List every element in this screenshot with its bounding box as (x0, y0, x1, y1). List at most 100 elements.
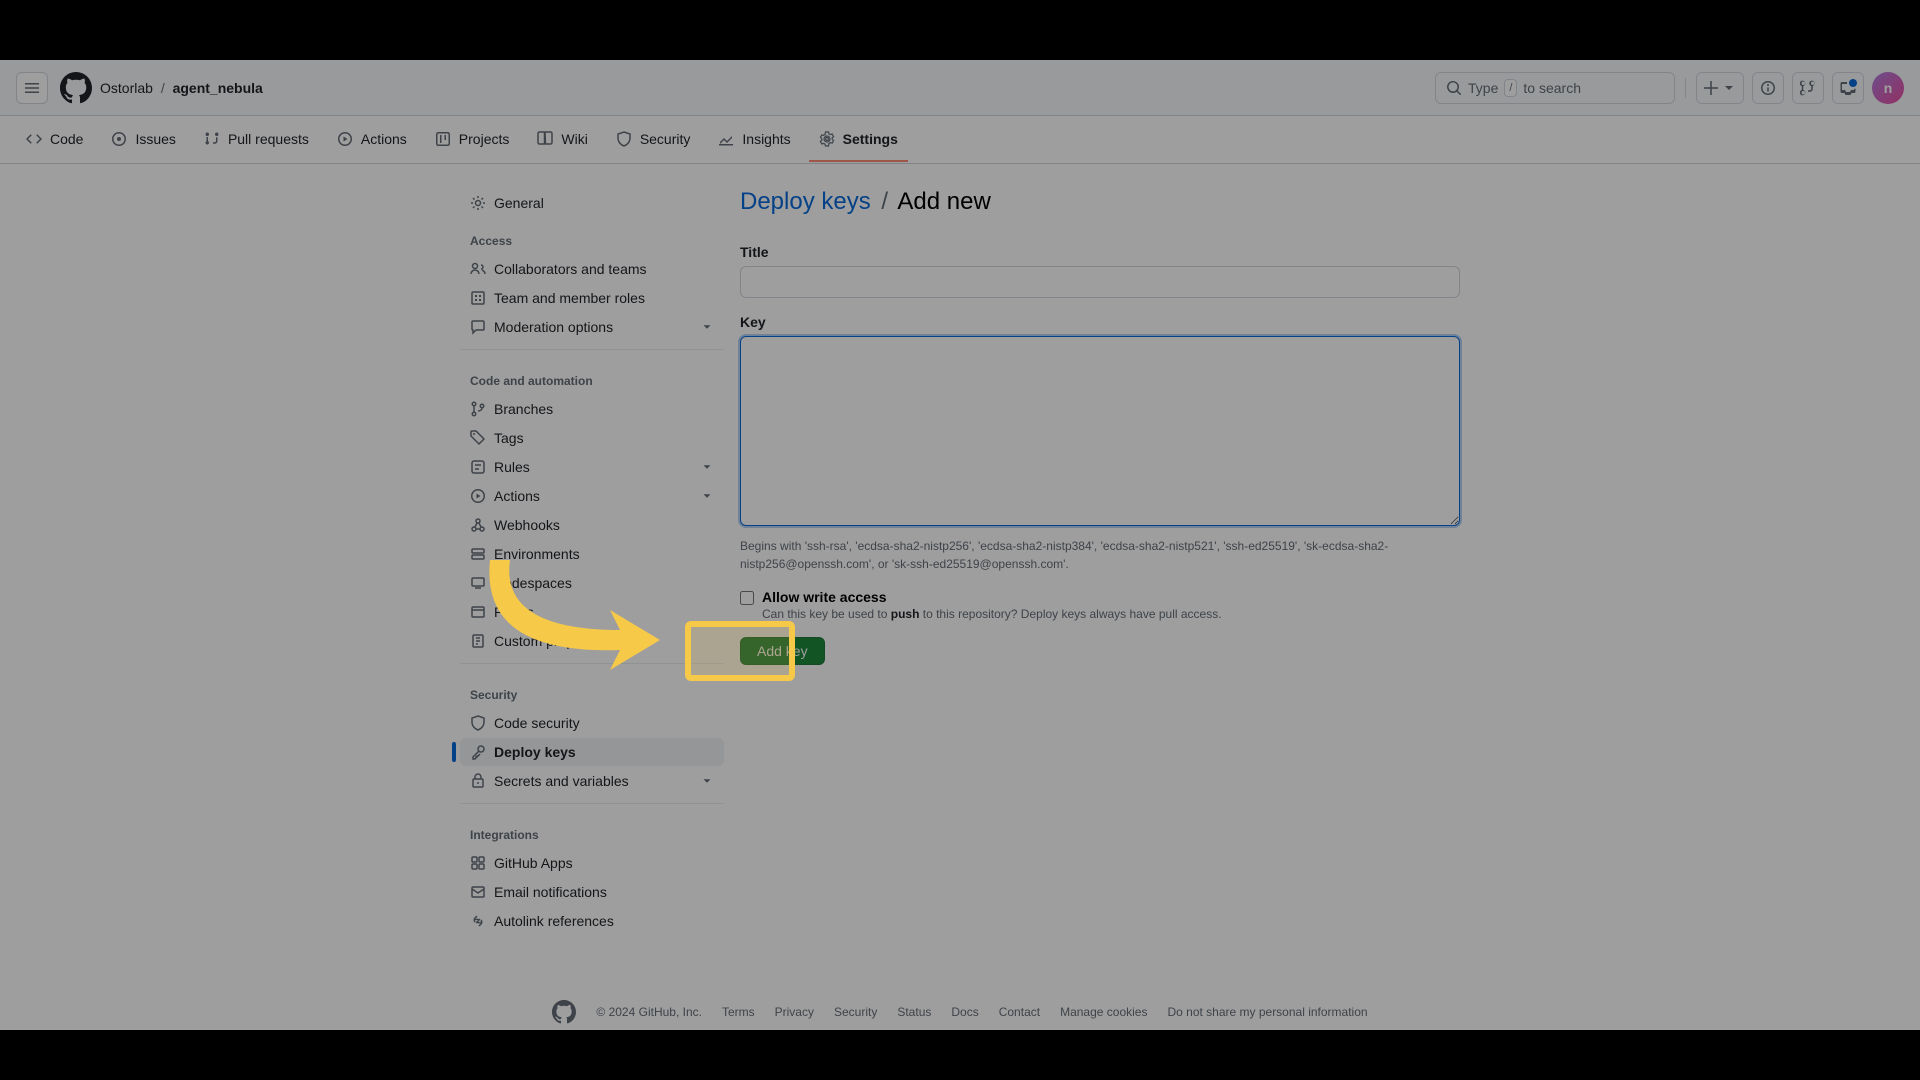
allow-write-description: Can this key be used to push to this rep… (762, 607, 1460, 621)
sidebar-item-label: Rules (494, 459, 530, 475)
sidebar-item-label: Webhooks (494, 517, 560, 533)
sidebar-item-autolink[interactable]: Autolink references (460, 907, 724, 935)
tag-icon (470, 430, 486, 446)
footer-link-docs[interactable]: Docs (951, 1005, 978, 1019)
settings-sidebar: General Access Collaborators and teams T… (460, 188, 740, 936)
tab-issues[interactable]: Issues (101, 118, 185, 162)
search-suffix: to search (1523, 80, 1581, 96)
codespaces-icon (470, 575, 486, 591)
shield-icon (470, 715, 486, 731)
content-area: Deploy keys / Add new Title Key Begins w… (740, 188, 1460, 936)
page-title-text: Add new (897, 188, 990, 215)
sidebar-item-code-security[interactable]: Code security (460, 709, 724, 737)
graph-icon (718, 131, 734, 147)
pull-requests-button[interactable] (1792, 72, 1824, 104)
add-key-button[interactable]: Add key (740, 637, 825, 665)
sidebar-item-label: Codespaces (494, 575, 572, 591)
shield-icon (616, 131, 632, 147)
org-icon (470, 290, 486, 306)
key-textarea[interactable] (740, 336, 1460, 526)
create-button[interactable] (1696, 72, 1744, 104)
sidebar-item-label: Secrets and variables (494, 773, 629, 789)
sidebar-item-environments[interactable]: Environments (460, 540, 724, 568)
sidebar-item-rules[interactable]: Rules (460, 453, 724, 481)
tab-pull-requests[interactable]: Pull requests (194, 118, 319, 162)
footer-link-privacy-info[interactable]: Do not share my personal information (1167, 1005, 1367, 1019)
page-title-link[interactable]: Deploy keys (740, 188, 871, 215)
rules-icon (470, 459, 486, 475)
inbox-icon (1840, 80, 1856, 96)
search-icon (1446, 80, 1462, 96)
play-icon (337, 131, 353, 147)
sidebar-item-codespaces[interactable]: Codespaces (460, 569, 724, 597)
footer-link-status[interactable]: Status (897, 1005, 931, 1019)
sidebar-item-actions[interactable]: Actions (460, 482, 724, 510)
footer-link-terms[interactable]: Terms (722, 1005, 755, 1019)
sidebar-item-collaborators[interactable]: Collaborators and teams (460, 255, 724, 283)
sidebar-item-general[interactable]: General (460, 189, 724, 217)
burger-icon (24, 80, 40, 96)
gear-icon (819, 131, 835, 147)
allow-write-checkbox[interactable] (740, 591, 754, 605)
footer-link-contact[interactable]: Contact (999, 1005, 1040, 1019)
footer-link-privacy[interactable]: Privacy (775, 1005, 814, 1019)
sidebar-item-email-notifications[interactable]: Email notifications (460, 878, 724, 906)
sidebar-item-github-apps[interactable]: GitHub Apps (460, 849, 724, 877)
play-icon (470, 488, 486, 504)
people-icon (470, 261, 486, 277)
sidebar-heading-integrations: Integrations (460, 812, 724, 848)
tab-projects[interactable]: Projects (425, 118, 520, 162)
key-label: Key (740, 314, 1460, 330)
footer: © 2024 GitHub, Inc. Terms Privacy Securi… (0, 960, 1920, 1044)
allow-write-label[interactable]: Allow write access (762, 589, 887, 605)
avatar[interactable]: n (1872, 72, 1904, 104)
repo-nav: Code Issues Pull requests Actions Projec… (0, 116, 1920, 164)
org-link[interactable]: Ostorlab (100, 80, 153, 96)
gear-icon (470, 195, 486, 211)
sidebar-item-deploy-keys[interactable]: Deploy keys (460, 738, 724, 766)
sidebar-item-moderation[interactable]: Moderation options (460, 313, 724, 341)
book-icon (537, 131, 553, 147)
sidebar-item-label: Email notifications (494, 884, 607, 900)
breadcrumb-separator: / (161, 80, 165, 96)
menu-button[interactable] (16, 72, 48, 104)
tab-label: Wiki (561, 131, 587, 147)
tab-wiki[interactable]: Wiki (527, 118, 597, 162)
tab-security[interactable]: Security (606, 118, 701, 162)
page-title: Deploy keys / Add new (740, 188, 1460, 224)
tab-label: Insights (742, 131, 790, 147)
chevron-down-icon (700, 460, 714, 474)
github-logo[interactable] (60, 72, 92, 104)
sidebar-item-secrets[interactable]: Secrets and variables (460, 767, 724, 795)
repo-link[interactable]: agent_nebula (173, 80, 263, 96)
footer-link-cookies[interactable]: Manage cookies (1060, 1005, 1147, 1019)
sidebar-item-custom-properties[interactable]: Custom properties (460, 627, 724, 655)
webhook-icon (470, 517, 486, 533)
comment-icon (470, 319, 486, 335)
tab-code[interactable]: Code (16, 118, 93, 162)
sidebar-item-webhooks[interactable]: Webhooks (460, 511, 724, 539)
sidebar-item-label: Actions (494, 488, 540, 504)
sidebar-item-label: Environments (494, 546, 580, 562)
tab-actions[interactable]: Actions (327, 118, 417, 162)
apps-icon (470, 855, 486, 871)
footer-link-security[interactable]: Security (834, 1005, 877, 1019)
tab-label: Issues (135, 131, 175, 147)
chevron-down-icon (700, 320, 714, 334)
title-input[interactable] (740, 266, 1460, 298)
tab-label: Projects (459, 131, 510, 147)
notifications-button[interactable] (1832, 72, 1864, 104)
sidebar-item-team-roles[interactable]: Team and member roles (460, 284, 724, 312)
sidebar-item-branches[interactable]: Branches (460, 395, 724, 423)
tab-settings[interactable]: Settings (809, 118, 908, 162)
chevron-down-icon (700, 489, 714, 503)
sidebar-item-tags[interactable]: Tags (460, 424, 724, 452)
sidebar-item-pages[interactable]: Pages (460, 598, 724, 626)
branch-icon (470, 401, 486, 417)
tab-insights[interactable]: Insights (708, 118, 800, 162)
sidebar-heading-code: Code and automation (460, 358, 724, 394)
sidebar-item-label: Team and member roles (494, 290, 645, 306)
issue-icon (111, 131, 127, 147)
issues-button[interactable] (1752, 72, 1784, 104)
search-input[interactable]: Type / to search (1435, 72, 1675, 104)
